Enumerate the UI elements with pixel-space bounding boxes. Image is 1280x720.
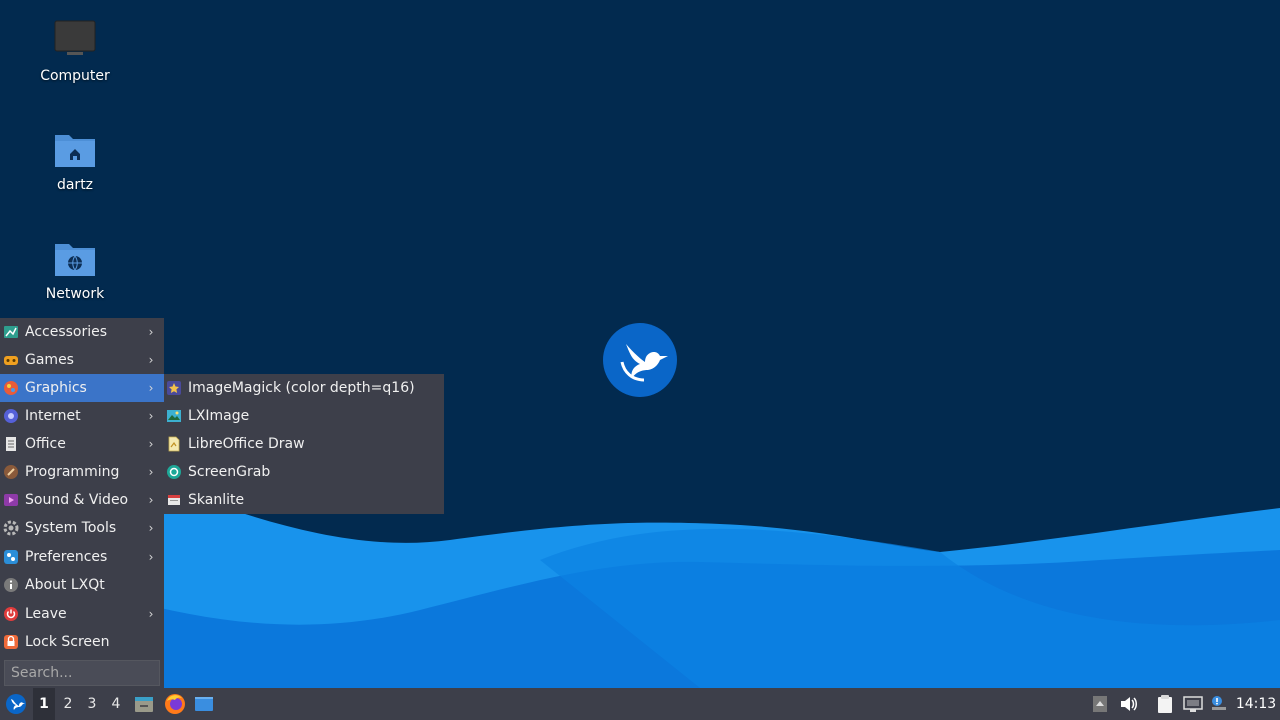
- menu-item-internet[interactable]: Internet ›: [0, 402, 164, 430]
- menu-item-label: About LXQt: [25, 577, 105, 593]
- computer-icon: [54, 20, 96, 55]
- menu-item-graphics[interactable]: Graphics ›: [0, 374, 164, 402]
- menu-search-input[interactable]: Search...: [4, 660, 160, 686]
- menu-item-label: System Tools: [25, 520, 117, 536]
- tray-expand-icon: [1093, 696, 1107, 712]
- show-desktop-button[interactable]: [192, 688, 216, 720]
- menu-item-leave[interactable]: Leave ›: [0, 600, 164, 628]
- screengrab-icon: [166, 464, 182, 480]
- network-tray-button[interactable]: [1181, 688, 1205, 720]
- chevron-right-icon: ›: [148, 607, 154, 621]
- submenu-item-lximage[interactable]: LXImage: [164, 402, 444, 430]
- network-tray-icon: [1183, 696, 1203, 712]
- submenu-item-label: LibreOffice Draw: [188, 436, 305, 452]
- menu-item-about-lxqt[interactable]: About LXQt: [0, 571, 164, 599]
- volume-button[interactable]: [1117, 688, 1139, 720]
- submenu-item-label: ImageMagick (color depth=q16): [188, 380, 415, 396]
- submenu-item-imagemagick[interactable]: ImageMagick (color depth=q16): [164, 374, 444, 402]
- lubuntu-start-icon: [6, 694, 26, 714]
- submenu-item-skanlite[interactable]: Skanlite: [164, 486, 444, 514]
- desktop-icon-network[interactable]: Network: [20, 236, 130, 302]
- power-icon: [3, 606, 19, 622]
- desktop-switch-1[interactable]: 1: [33, 688, 55, 720]
- internet-icon: [3, 408, 19, 424]
- chevron-right-icon: ›: [148, 550, 154, 564]
- menu-item-label: Accessories: [25, 324, 108, 340]
- info-icon: [3, 577, 19, 593]
- clipboard-button[interactable]: [1154, 688, 1176, 720]
- menu-item-office[interactable]: Office ›: [0, 430, 164, 458]
- skanlite-icon: [166, 492, 182, 508]
- chevron-right-icon: ›: [148, 353, 154, 367]
- submenu-item-label: Skanlite: [188, 492, 245, 508]
- menu-item-label: Internet: [25, 408, 81, 424]
- graphics-icon: [3, 380, 19, 396]
- chevron-right-icon: ›: [148, 381, 154, 395]
- chevron-right-icon: ›: [148, 325, 154, 339]
- system-tools-icon: [3, 520, 19, 536]
- chevron-right-icon: ›: [148, 409, 154, 423]
- tray-expand-button[interactable]: [1090, 688, 1110, 720]
- network-folder-icon: [55, 244, 95, 276]
- menu-item-preferences[interactable]: Preferences ›: [0, 543, 164, 571]
- accessories-icon: [3, 324, 19, 340]
- graphics-submenu: ImageMagick (color depth=q16) LXImage Li…: [164, 374, 444, 514]
- menu-item-system-tools[interactable]: System Tools ›: [0, 514, 164, 542]
- desktop-switch-2[interactable]: 2: [57, 688, 79, 720]
- desktop-icon-label: dartz: [56, 177, 94, 193]
- lximage-icon: [166, 408, 182, 424]
- menu-item-sound-video[interactable]: Sound & Video ›: [0, 486, 164, 514]
- desktop-switch-4[interactable]: 4: [105, 688, 127, 720]
- firefox-icon: [165, 694, 185, 714]
- submenu-item-label: LXImage: [188, 408, 250, 424]
- menu-item-label: Leave: [25, 606, 67, 622]
- libreoffice-draw-icon: [166, 436, 182, 452]
- desktop-icon-home[interactable]: dartz: [20, 127, 130, 193]
- desktop-icon-label: Network: [45, 286, 105, 302]
- submenu-item-screengrab[interactable]: ScreenGrab: [164, 458, 444, 486]
- menu-item-accessories[interactable]: Accessories ›: [0, 318, 164, 346]
- submenu-item-libreoffice-draw[interactable]: LibreOffice Draw: [164, 430, 444, 458]
- menu-item-lock-screen[interactable]: Lock Screen: [0, 628, 164, 656]
- file-manager-icon: [135, 697, 153, 712]
- update-notifier-icon: [1212, 696, 1226, 710]
- menu-item-label: Programming: [25, 464, 120, 480]
- preferences-icon: [3, 549, 19, 565]
- imagemagick-icon: [166, 380, 182, 396]
- volume-icon: [1121, 697, 1137, 711]
- menu-item-label: Office: [25, 436, 66, 452]
- update-notifier-button[interactable]: [1208, 688, 1230, 720]
- menu-item-games[interactable]: Games ›: [0, 346, 164, 374]
- clipboard-icon: [1158, 695, 1172, 713]
- menu-item-label: Graphics: [25, 380, 87, 396]
- submenu-item-label: ScreenGrab: [188, 464, 271, 480]
- chevron-right-icon: ›: [148, 437, 154, 451]
- menu-item-label: Games: [25, 352, 74, 368]
- menu-item-label: Lock Screen: [25, 634, 110, 650]
- menu-item-label: Sound & Video: [25, 492, 129, 508]
- home-folder-icon: [55, 135, 95, 167]
- lubuntu-bird-logo: [603, 323, 677, 397]
- games-icon: [3, 352, 19, 368]
- clock[interactable]: 14:13: [1232, 688, 1280, 720]
- chevron-right-icon: ›: [148, 521, 154, 535]
- office-icon: [3, 436, 19, 452]
- desktop-switch-3[interactable]: 3: [81, 688, 103, 720]
- desktop-icon-label: Computer: [40, 68, 110, 84]
- chevron-right-icon: ›: [148, 465, 154, 479]
- start-menu-button[interactable]: [2, 688, 30, 720]
- sound-video-icon: [3, 492, 19, 508]
- lock-icon: [3, 634, 19, 650]
- taskbar: 1 2 3 4 14:13: [0, 688, 1280, 720]
- file-manager-launcher[interactable]: [132, 688, 156, 720]
- menu-item-label: Preferences: [25, 549, 108, 565]
- firefox-launcher[interactable]: [162, 688, 188, 720]
- chevron-right-icon: ›: [148, 493, 154, 507]
- programming-icon: [3, 464, 19, 480]
- desktop-icon-computer[interactable]: Computer: [20, 18, 130, 84]
- show-desktop-icon: [195, 697, 213, 711]
- menu-item-programming[interactable]: Programming ›: [0, 458, 164, 486]
- application-menu: Accessories › Games › Graphics › Interne…: [0, 318, 164, 688]
- desktop: Computer dartz Network: [0, 0, 1280, 688]
